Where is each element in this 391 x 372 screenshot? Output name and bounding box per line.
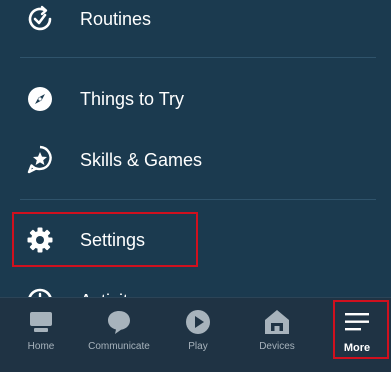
home-icon <box>27 308 55 336</box>
routines-icon <box>24 3 56 35</box>
skills-icon <box>24 144 56 176</box>
tab-label: Play <box>188 341 208 352</box>
devices-icon <box>263 308 291 336</box>
compass-icon <box>24 83 56 115</box>
divider <box>20 199 376 200</box>
tab-label: Communicate <box>88 341 150 352</box>
tab-play[interactable]: Play <box>159 298 237 372</box>
divider <box>20 57 376 58</box>
menu-item-label: Skills & Games <box>80 149 203 170</box>
tab-devices[interactable]: Devices <box>238 298 316 372</box>
more-highlight-box <box>333 300 389 359</box>
play-icon <box>184 308 212 336</box>
menu-item-label: Things to Try <box>80 88 185 109</box>
tab-label: Devices <box>259 341 295 352</box>
chat-bubble-icon <box>105 308 133 336</box>
tab-label: Home <box>27 341 55 352</box>
menu-item-label: Routines <box>80 8 152 29</box>
settings-highlight-box <box>12 212 198 267</box>
tab-communicate[interactable]: Communicate <box>80 298 158 372</box>
menu-item-things-to-try[interactable]: Things to Try <box>0 69 391 129</box>
menu-item-skills-games[interactable]: Skills & Games <box>0 130 391 190</box>
menu-item-routines[interactable]: Routines <box>0 0 391 49</box>
tab-home[interactable]: Home <box>2 298 80 372</box>
